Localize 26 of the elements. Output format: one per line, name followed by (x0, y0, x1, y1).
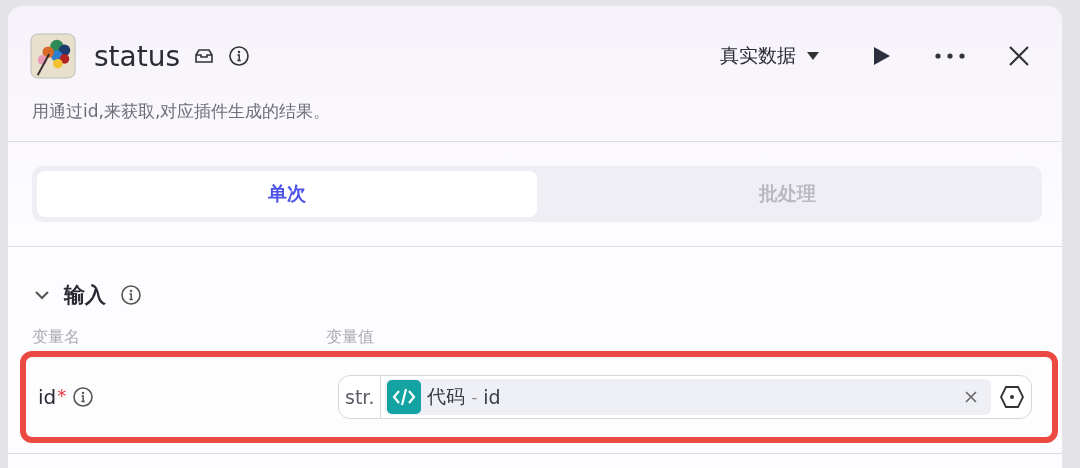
code-icon (387, 380, 422, 414)
info-icon[interactable] (72, 386, 95, 408)
data-mode-dropdown[interactable]: 真实数据 (714, 42, 826, 70)
info-icon[interactable] (228, 45, 251, 67)
variable-picker-icon[interactable] (999, 385, 1025, 409)
column-header: 变量值 (326, 327, 375, 348)
variable-name: id (38, 385, 57, 409)
caret-icon (806, 51, 820, 61)
type-label: str. (339, 376, 382, 418)
close-icon[interactable] (1008, 45, 1030, 67)
inbox-icon (194, 48, 215, 64)
info-icon[interactable] (120, 284, 142, 306)
chevron-icon[interactable] (34, 290, 50, 300)
more-icon[interactable] (934, 52, 966, 60)
reference-variable: id (483, 386, 501, 408)
column-header: 变量名 (32, 327, 81, 348)
node-title: status (94, 39, 181, 73)
section-title: 输入 (64, 282, 106, 309)
source-name: 代码 (427, 384, 466, 409)
tab[interactable]: 单次 (37, 171, 537, 217)
separator: - (471, 387, 478, 407)
variable-value-field[interactable]: str. 代码 - id (338, 375, 1032, 419)
palette-icon (30, 33, 76, 79)
clear-icon[interactable] (965, 391, 977, 403)
required-mark: * (57, 385, 67, 406)
node-description: 用通过id,来获取,对应插件生成的结果。 (31, 100, 332, 123)
